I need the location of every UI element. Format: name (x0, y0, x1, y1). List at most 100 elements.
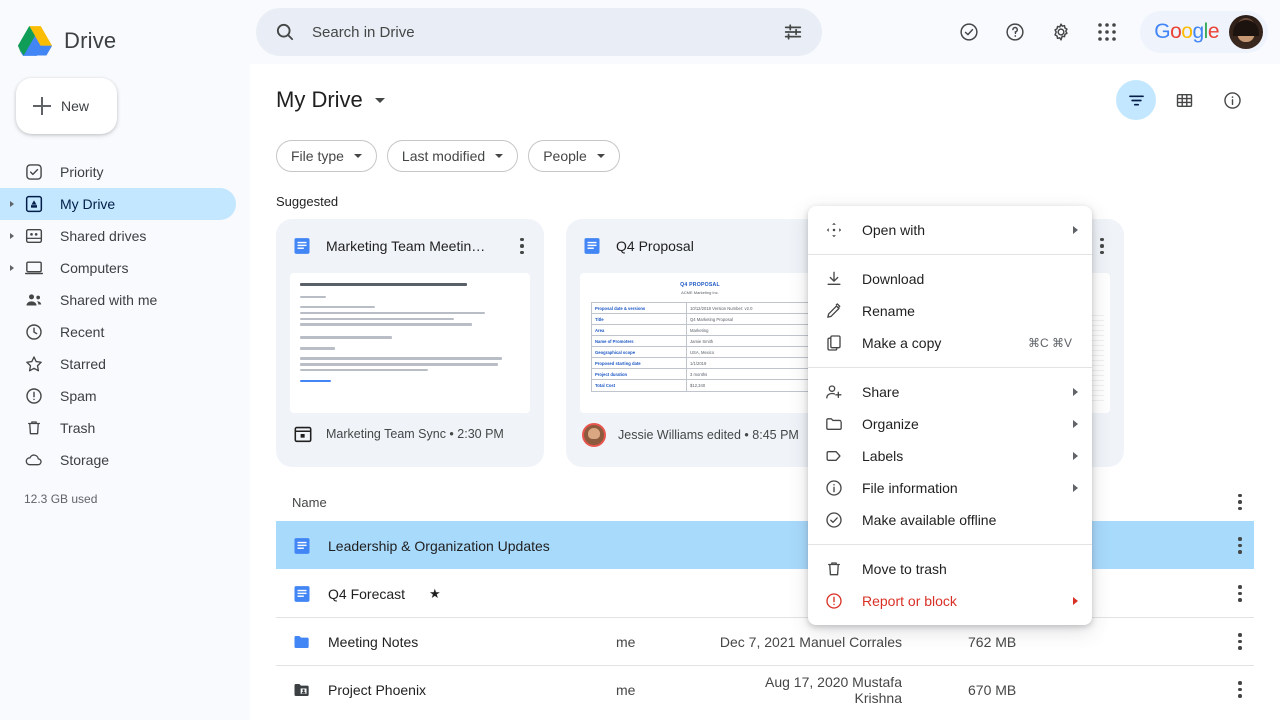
download-icon (824, 269, 844, 289)
context-menu-item-make-a-copy[interactable]: Make a copy ⌘C ⌘V (808, 327, 1092, 359)
suggested-card-q4-proposal[interactable]: Q4 Proposal Q4 PROPOSAL ACME Marketing I… (566, 219, 834, 467)
filter-button[interactable] (1116, 80, 1156, 120)
settings-gear-icon (1050, 21, 1072, 43)
context-menu-item-labels[interactable]: Labels (808, 440, 1092, 472)
card-more-button[interactable] (508, 232, 536, 260)
sidebar-item-spam[interactable]: Spam (0, 380, 236, 412)
chevron-right-icon[interactable] (10, 265, 14, 271)
context-menu-item-open-with[interactable]: Open with (808, 214, 1092, 246)
sidebar-item-my-drive[interactable]: My Drive (0, 188, 236, 220)
context-menu-item-label: Make a copy (862, 335, 1010, 351)
row-more-button[interactable] (1226, 628, 1254, 656)
card-title: Marketing Team Meetin… (326, 238, 494, 254)
preview-doc-row-value: 3 months (687, 372, 808, 377)
chevron-down-icon[interactable] (375, 98, 385, 103)
row-more-button[interactable] (1226, 676, 1254, 704)
chevron-right-icon[interactable] (10, 201, 14, 207)
row-file-name: Project Phoenix (328, 682, 426, 698)
shared-drives-icon (24, 226, 44, 246)
context-menu-item-file-information[interactable]: File information (808, 472, 1092, 504)
title-row: My Drive (276, 80, 1280, 120)
preview-doc-title: Q4 PROPOSAL (580, 282, 820, 288)
preview-doc-row-key: Proposed starting date (592, 358, 687, 368)
context-menu[interactable]: Open with Download Rename Make a copy ⌘C ⌘V S… (808, 206, 1092, 625)
sidebar-item-storage[interactable]: Storage (0, 444, 236, 476)
details-info-button[interactable] (1212, 80, 1252, 120)
settings-button[interactable] (1044, 15, 1078, 49)
sidebar-item-label: Shared drives (60, 228, 146, 244)
starred-icon[interactable]: ★ (429, 586, 441, 602)
context-menu-item-rename[interactable]: Rename (808, 295, 1092, 327)
suggested-label: Suggested (276, 194, 1280, 209)
context-menu-item-make-available-offline[interactable]: Make available offline (808, 504, 1092, 536)
google-account-chip[interactable]: Google (1140, 11, 1268, 53)
row-more-button[interactable] (1226, 532, 1254, 560)
row-modified: Dec 7, 2021 Manuel Corrales (716, 634, 908, 650)
card-more-button[interactable] (1088, 232, 1116, 260)
grid-view-button[interactable] (1164, 80, 1204, 120)
context-menu-item-label: Rename (862, 303, 1078, 319)
table-row[interactable]: Meeting Notes me Dec 7, 2021 Manuel Corr… (276, 617, 1254, 665)
content-area: Google My Drive (250, 0, 1280, 720)
search-icon (274, 21, 296, 43)
search-input[interactable] (312, 24, 782, 41)
new-button[interactable]: New (16, 78, 117, 134)
sidebar-item-starred[interactable]: Starred (0, 348, 236, 380)
new-button-label: New (61, 98, 89, 114)
chip-file-type[interactable]: File type (276, 140, 377, 172)
context-menu-shortcut: ⌘C ⌘V (1028, 336, 1072, 350)
brand[interactable]: Drive (0, 0, 250, 64)
google-docs-icon (292, 584, 312, 604)
preview-doc-row-key: Area (592, 325, 687, 335)
folder-move-icon (824, 414, 844, 434)
pencil-icon (824, 301, 844, 321)
row-name-cell: Leadership & Organization Updates (276, 536, 616, 556)
search-bar[interactable] (256, 8, 822, 56)
google-logo: Google (1154, 20, 1219, 44)
card-footer-text: Jessie Williams edited • 8:45 PM (618, 428, 799, 442)
preview-doc-row: Geographical scopeUSA, Mexico (592, 347, 808, 358)
row-more-button[interactable] (1226, 580, 1254, 608)
preview-doc-row: Proposed starting date1/1/2019 (592, 358, 808, 369)
avatar[interactable] (1229, 15, 1263, 49)
context-menu-item-label: Download (862, 271, 1078, 287)
preview-doc-row-value: 10/12/2018 Version Number: v2.0 (687, 306, 808, 311)
context-menu-item-download[interactable]: Download (808, 263, 1092, 295)
table-more-button[interactable] (1226, 488, 1254, 516)
suggested-card-marketing[interactable]: Marketing Team Meetin… (276, 219, 544, 467)
context-menu-item-share[interactable]: Share (808, 376, 1092, 408)
sidebar-item-label: Computers (60, 260, 128, 276)
exclamation-circle-icon (24, 386, 44, 406)
table-row[interactable]: Project Phoenix me Aug 17, 2020 Mustafa … (276, 665, 1254, 713)
sidebar-item-shared-with-me[interactable]: Shared with me (0, 284, 236, 316)
sidebar-item-shared-drives[interactable]: Shared drives (0, 220, 236, 252)
sidebar-item-trash[interactable]: Trash (0, 412, 236, 444)
context-menu-item-organize[interactable]: Organize (808, 408, 1092, 440)
sidebar-item-label: Recent (60, 324, 104, 340)
context-menu-item-move-to-trash[interactable]: Move to trash (808, 553, 1092, 585)
header-icons: Google (952, 11, 1268, 53)
task-check-button[interactable] (952, 15, 986, 49)
card-footer: Jessie Williams edited • 8:45 PM (566, 413, 834, 447)
context-menu-item-label: Make available offline (862, 512, 1078, 528)
chip-last-modified[interactable]: Last modified (387, 140, 518, 172)
row-file-name: Meeting Notes (328, 634, 418, 650)
column-header-name[interactable]: Name (276, 495, 616, 510)
preview-doc-row-key: Name of Promoters (592, 336, 687, 346)
tune-icon[interactable] (782, 21, 804, 43)
context-menu-item-report-or-block[interactable]: Report or block (808, 585, 1092, 617)
shared-folder-icon (292, 680, 312, 700)
help-button[interactable] (998, 15, 1032, 49)
context-menu-item-label: Share (862, 384, 1055, 400)
preview-doc-row-value: USA, Mexico (687, 350, 808, 355)
apps-button[interactable] (1090, 15, 1124, 49)
chip-people[interactable]: People (528, 140, 620, 172)
table-row[interactable]: Q4 Forecast ★ ou 661 MB (276, 569, 1254, 617)
context-menu-item-label: File information (862, 480, 1055, 496)
chevron-right-icon[interactable] (10, 233, 14, 239)
table-row[interactable]: Leadership & Organization Updates Swamin… (276, 521, 1254, 569)
sidebar-item-computers[interactable]: Computers (0, 252, 236, 284)
sidebar-item-priority[interactable]: Priority (0, 156, 236, 188)
sidebar-item-recent[interactable]: Recent (0, 316, 236, 348)
filter-chips: File type Last modified People (276, 140, 1280, 172)
